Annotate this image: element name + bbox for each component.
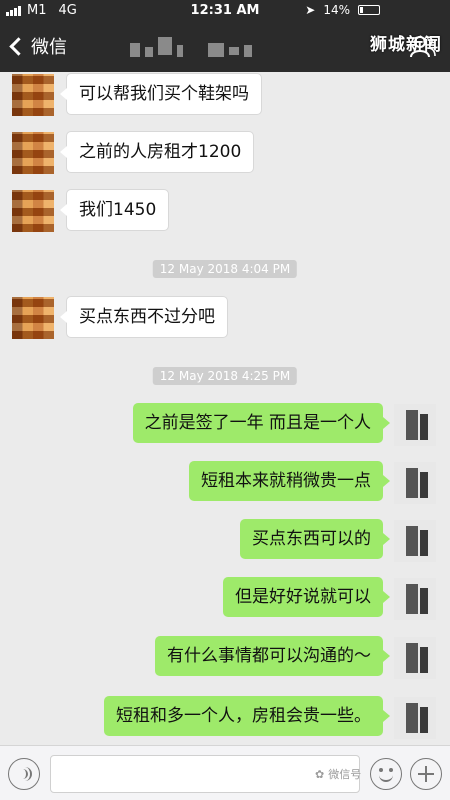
back-label: 微信 [31, 37, 67, 58]
message-outgoing[interactable]: 短租和多一个人，房租会贵一些。 [104, 696, 390, 736]
contact-avatar[interactable] [12, 190, 54, 232]
wechat-logo-icon: ✿ [315, 767, 325, 781]
message-timestamp: 12 May 2018 4:25 PM [152, 367, 298, 385]
wechat-id-watermark: ✿ 微信号 [315, 766, 361, 782]
self-avatar[interactable] [394, 462, 436, 504]
self-avatar[interactable] [394, 520, 436, 562]
battery-percent: 14% [323, 3, 350, 17]
chat-header: 微信 狮城新闻 [0, 22, 450, 72]
clock: 12:31 AM [190, 3, 260, 18]
message-incoming[interactable]: 之前的人房租才1200 [59, 131, 255, 173]
message-list[interactable]: 可以帮我们买个鞋架吗 之前的人房租才1200 我们1450 12 May 201… [0, 72, 450, 745]
message-outgoing[interactable]: 但是好好说就可以 [223, 577, 390, 617]
message-incoming[interactable]: 可以帮我们买个鞋架吗 [60, 73, 262, 115]
message-incoming[interactable]: 我们1450 [59, 189, 170, 231]
message-incoming[interactable]: 买点东西不过分吧 [60, 296, 228, 338]
voice-input-icon[interactable] [8, 758, 40, 790]
message-input[interactable] [50, 755, 360, 793]
wechat-id-label: 微信号 [328, 768, 362, 781]
message-outgoing[interactable]: 短租本来就稍微贵一点 [189, 461, 390, 501]
message-timestamp: 12 May 2018 4:04 PM [152, 260, 298, 278]
contact-avatar[interactable] [12, 74, 54, 116]
status-right: ➤ 14% [305, 3, 380, 17]
self-avatar[interactable] [394, 404, 436, 446]
self-avatar[interactable] [394, 697, 436, 739]
emoji-icon[interactable] [370, 758, 402, 790]
message-outgoing[interactable]: 买点东西可以的 [240, 519, 390, 559]
message-outgoing[interactable]: 之前是签了一年 而且是一个人 [132, 403, 391, 443]
chevron-left-icon [9, 36, 28, 56]
battery-icon [358, 5, 380, 15]
self-avatar[interactable] [394, 637, 436, 679]
message-outgoing[interactable]: 有什么事情都可以沟通的～ [155, 636, 390, 676]
location-icon: ➤ [305, 3, 316, 17]
contact-avatar[interactable] [12, 132, 54, 174]
contacts-icon[interactable] [410, 36, 436, 58]
input-bar: ✿ 微信号 [0, 745, 450, 800]
back-button[interactable]: 微信 [8, 33, 67, 59]
contact-avatar[interactable] [12, 297, 54, 339]
chat-title-redacted [130, 37, 252, 57]
plus-icon[interactable] [410, 758, 442, 790]
self-avatar[interactable] [394, 578, 436, 620]
status-bar: M1 4G 12:31 AM ➤ 14% [0, 0, 450, 22]
